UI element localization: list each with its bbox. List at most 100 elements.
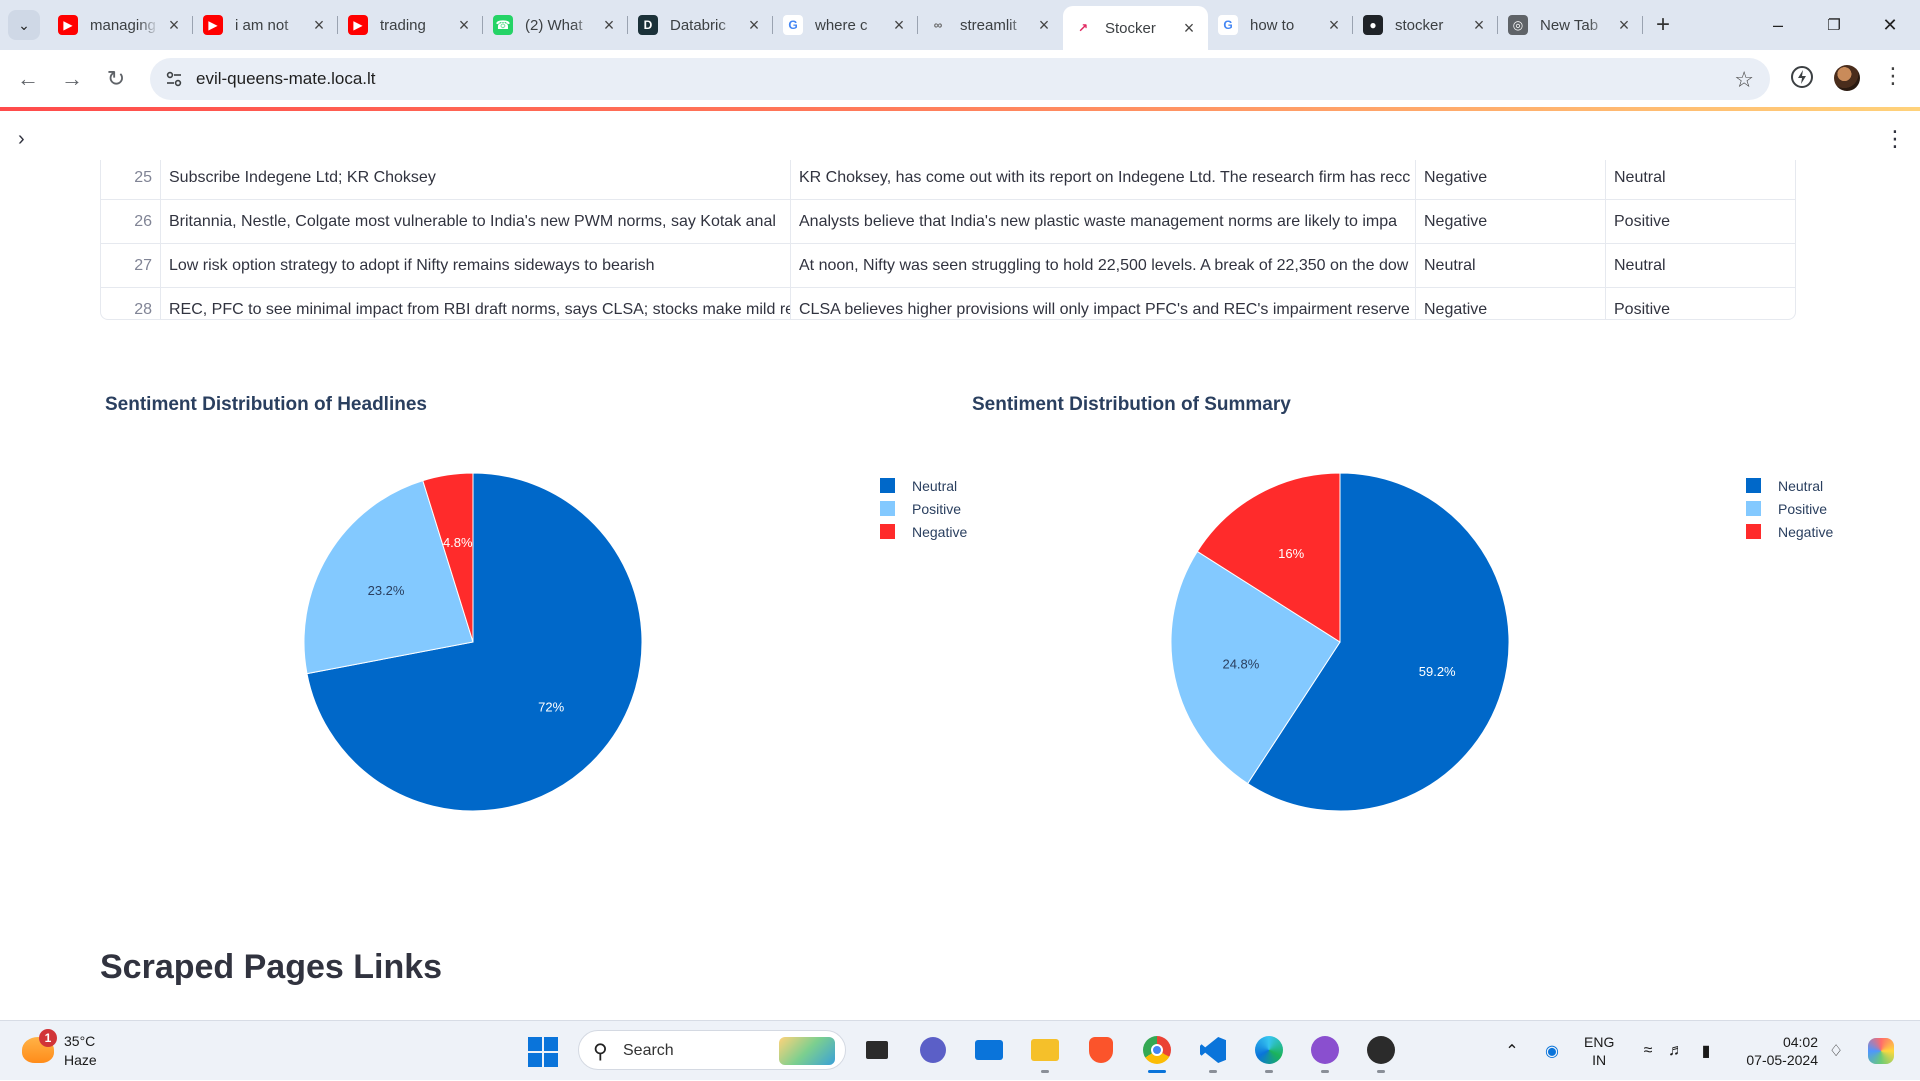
headline-sentiment-cell[interactable]: Negative (1416, 200, 1606, 244)
summary-sentiment-cell[interactable]: Positive (1606, 288, 1795, 319)
headlines-chart-legend[interactable]: Neutral Positive Negative (870, 476, 1030, 560)
github-desktop-icon[interactable] (1308, 1033, 1342, 1073)
headline-cell[interactable]: REC, PFC to see minimal impact from RBI … (161, 288, 791, 319)
browser-tab[interactable]: Gwhere c × (773, 8, 918, 42)
reload-button[interactable]: ↻ (100, 63, 132, 95)
legend-label[interactable]: Negative (1778, 524, 1833, 540)
close-tab-icon[interactable]: × (1180, 18, 1198, 38)
close-tab-icon[interactable]: × (890, 15, 908, 35)
sidebar-expand-button[interactable]: › (18, 128, 25, 151)
close-tab-icon[interactable]: × (455, 15, 473, 35)
summary-cell[interactable]: KR Choksey, has come out with its report… (791, 160, 1416, 200)
browser-menu-button[interactable]: ⋮ (1882, 63, 1904, 91)
summary-chart-legend[interactable]: Neutral Positive Negative (1736, 476, 1896, 560)
close-tab-icon[interactable]: × (310, 15, 328, 35)
task-view-icon[interactable] (860, 1033, 894, 1067)
profile-avatar[interactable] (1834, 65, 1860, 91)
summary-sentiment-cell[interactable]: Neutral (1606, 160, 1795, 200)
headline-sentiment-cell[interactable]: Negative (1416, 160, 1606, 200)
chrome-icon[interactable] (1140, 1033, 1174, 1073)
teams-chat-icon[interactable] (916, 1033, 950, 1067)
summary-cell[interactable]: At noon, Nifty was seen struggling to ho… (791, 244, 1416, 288)
url-text[interactable]: evil-queens-mate.loca.lt (196, 69, 376, 89)
tab-search-button[interactable]: ⌄ (8, 10, 40, 40)
close-window-button[interactable]: ✕ (1868, 10, 1912, 40)
browser-tab[interactable]: ↗ Stocker × (1063, 6, 1208, 50)
copilot-icon[interactable] (1864, 1021, 1898, 1081)
legend-label[interactable]: Negative (912, 524, 967, 540)
extension-icon[interactable] (1788, 63, 1816, 91)
legend-label[interactable]: Neutral (1778, 478, 1823, 494)
browser-tab[interactable]: D Databric × (628, 8, 773, 42)
close-tab-icon[interactable]: × (1035, 15, 1053, 35)
summary-cell[interactable]: Analysts believe that India's new plasti… (791, 200, 1416, 244)
legend-swatch[interactable] (1746, 524, 1761, 539)
language-indicator[interactable]: ENG IN (1584, 1033, 1614, 1069)
legend-label[interactable]: Positive (1778, 501, 1827, 517)
table-row[interactable]: 25 Subscribe Indegene Ltd; KR Choksey KR… (101, 160, 1795, 200)
volume-icon[interactable]: ♬ (1664, 1021, 1688, 1081)
headline-sentiment-cell[interactable]: Neutral (1416, 244, 1606, 288)
close-tab-icon[interactable]: × (1325, 15, 1343, 35)
obs-icon[interactable] (1364, 1033, 1398, 1073)
chevron-up-icon[interactable]: ⌃ (1500, 1021, 1524, 1081)
restore-button[interactable]: ❐ (1812, 10, 1856, 40)
close-tab-icon[interactable]: × (1615, 15, 1633, 35)
file-explorer-icon[interactable] (1028, 1033, 1062, 1073)
legend-label[interactable]: Positive (912, 501, 961, 517)
headline-cell[interactable]: Britannia, Nestle, Colgate most vulnerab… (161, 200, 791, 244)
bookmark-star-icon[interactable]: ☆ (1734, 67, 1754, 93)
summary-cell[interactable]: CLSA believes higher provisions will onl… (791, 288, 1416, 319)
address-bar[interactable]: evil-queens-mate.loca.lt ☆ (150, 58, 1770, 100)
headline-cell[interactable]: Low risk option strategy to adopt if Nif… (161, 244, 791, 288)
browser-tab[interactable]: ● stocker × (1353, 8, 1498, 42)
summary-pie-chart[interactable]: 59.2% 24.8% 16% (1127, 440, 1587, 840)
microphone-icon[interactable]: ◉ (1540, 1021, 1564, 1081)
headline-sentiment-cell[interactable]: Negative (1416, 288, 1606, 319)
battery-icon[interactable]: ▮ (1694, 1021, 1718, 1081)
new-tab-button[interactable]: + (1650, 11, 1676, 38)
browser-tab[interactable]: Ghow to × (1208, 8, 1353, 42)
table-row[interactable]: 27 Low risk option strategy to adopt if … (101, 244, 1795, 288)
wifi-icon[interactable]: ≈ (1636, 1021, 1660, 1081)
app-main-menu-button[interactable]: ⋮ (1884, 126, 1906, 152)
close-tab-icon[interactable]: × (600, 15, 618, 35)
tab-title: streamlit (960, 16, 1017, 34)
site-info-icon[interactable] (164, 69, 184, 89)
summary-sentiment-cell[interactable]: Positive (1606, 200, 1795, 244)
browser-tab[interactable]: ▶ i am not × (193, 8, 338, 42)
legend-swatch[interactable] (880, 478, 895, 493)
summary-sentiment-cell[interactable]: Neutral (1606, 244, 1795, 288)
back-button[interactable]: ← (12, 63, 44, 95)
system-clock[interactable]: 04:02 07-05-2024 (1732, 1033, 1818, 1069)
legend-swatch[interactable] (880, 501, 895, 516)
close-tab-icon[interactable]: × (165, 15, 183, 35)
headline-cell[interactable]: Subscribe Indegene Ltd; KR Choksey (161, 160, 791, 200)
table-row[interactable]: 26 Britannia, Nestle, Colgate most vulne… (101, 200, 1795, 244)
browser-tab[interactable]: ▶ managing × (48, 8, 193, 42)
browser-tab[interactable]: ∞ streamlit × (918, 8, 1063, 42)
vscode-icon[interactable] (1196, 1033, 1230, 1073)
mail-icon[interactable] (972, 1033, 1006, 1067)
forward-button[interactable]: → (56, 63, 88, 95)
news-dataframe[interactable]: 25 Subscribe Indegene Ltd; KR Choksey KR… (100, 160, 1796, 320)
start-button[interactable] (528, 1037, 558, 1067)
close-tab-icon[interactable]: × (1470, 15, 1488, 35)
browser-tab[interactable]: ◎ New Tab × (1498, 8, 1643, 42)
headlines-chart-title: Sentiment Distribution of Headlines (105, 394, 427, 415)
legend-swatch[interactable] (1746, 501, 1761, 516)
minimize-button[interactable]: – (1756, 10, 1800, 40)
notification-bell-icon[interactable]: ♢ (1824, 1021, 1848, 1081)
brave-browser-icon[interactable] (1084, 1033, 1118, 1067)
close-tab-icon[interactable]: × (745, 15, 763, 35)
taskbar-search[interactable]: ⚲ Search (578, 1030, 846, 1070)
legend-swatch[interactable] (880, 524, 895, 539)
browser-tab[interactable]: ☎ (2) What × (483, 8, 628, 42)
legend-label[interactable]: Neutral (912, 478, 957, 494)
weather-widget[interactable]: 1 35°C Haze (22, 1029, 142, 1073)
table-row[interactable]: 28 REC, PFC to see minimal impact from R… (101, 288, 1795, 319)
legend-swatch[interactable] (1746, 478, 1761, 493)
edge-icon[interactable] (1252, 1033, 1286, 1073)
browser-tab[interactable]: ▶ trading × (338, 8, 483, 42)
headlines-pie-chart[interactable]: 72% 23.2% 4.8% (260, 440, 720, 840)
